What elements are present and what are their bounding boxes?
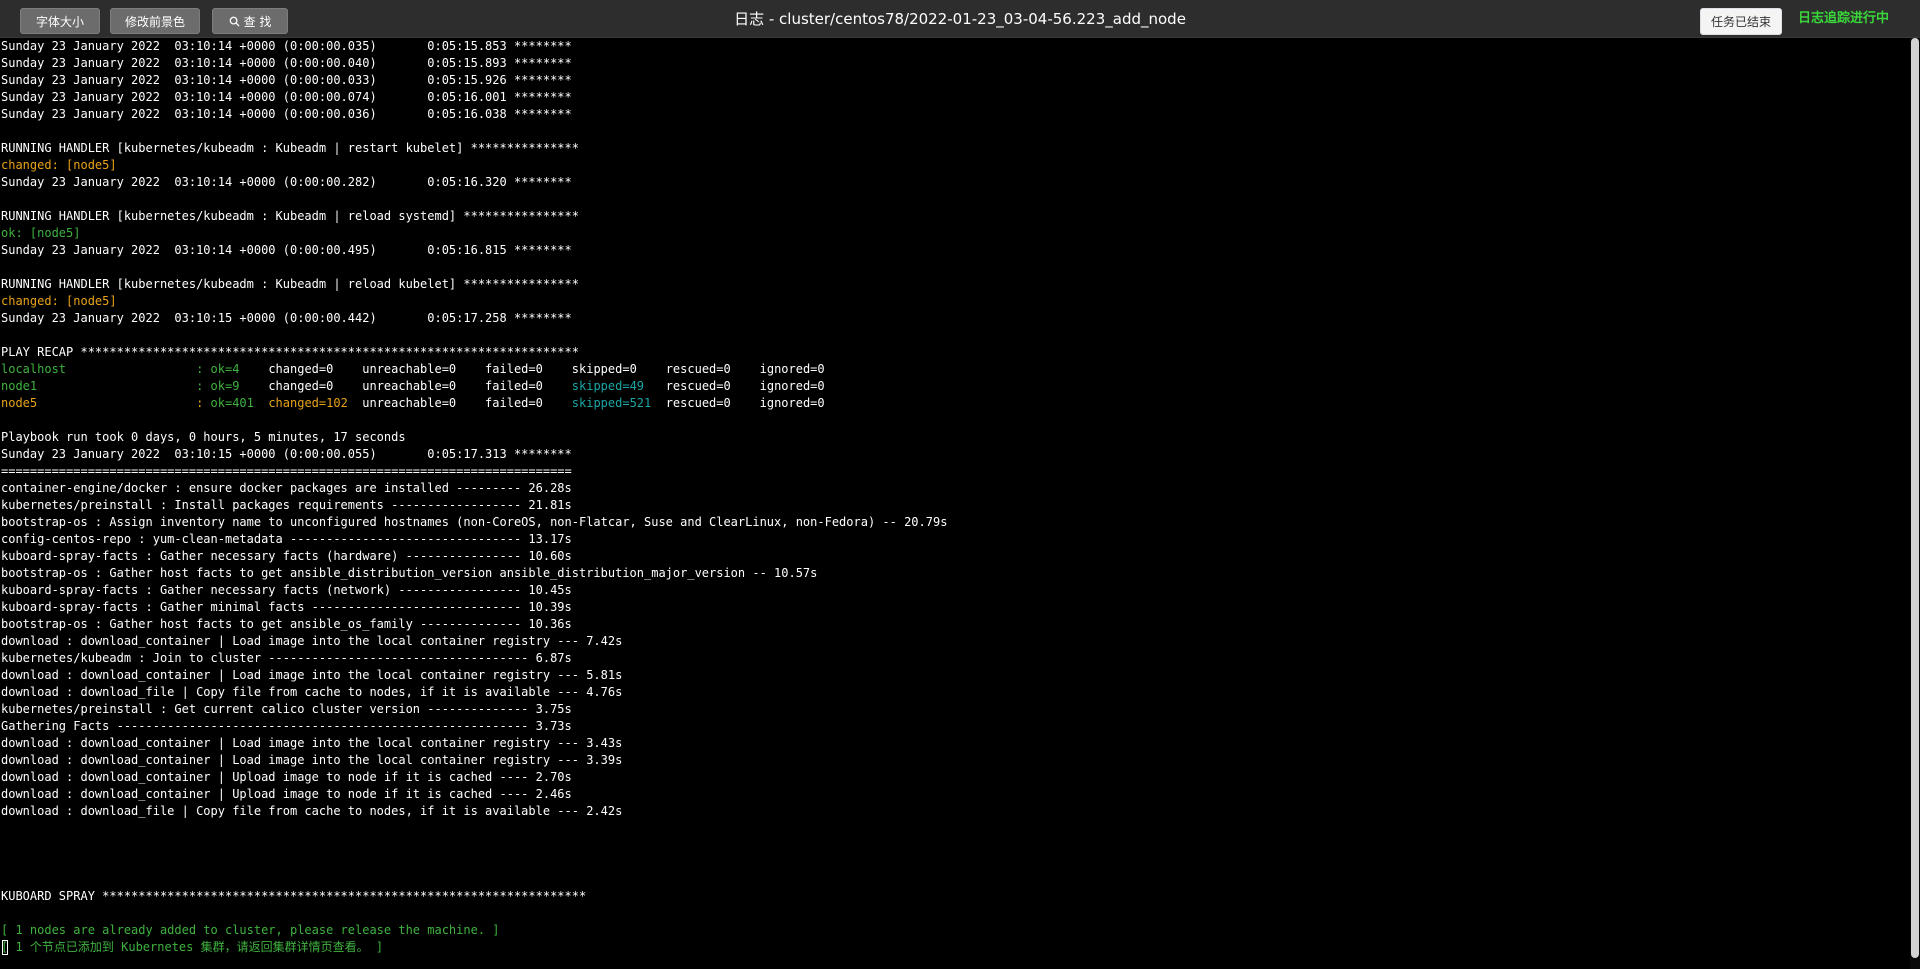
- recap-end: rescued=0 ignored=0: [658, 362, 825, 376]
- recap-ok: ok=4: [210, 362, 262, 376]
- recap-skipped: skipped=521: [571, 396, 659, 410]
- log-terminal[interactable]: Sunday 23 January 2022 03:10:14 +0000 (0…: [0, 38, 1910, 969]
- log-line: config-centos-repo : yum-clean-metadata …: [1, 532, 572, 546]
- search-button-label: 查 找: [243, 14, 272, 29]
- log-line: Sunday 23 January 2022 03:10:14 +0000 (0…: [1, 56, 572, 70]
- recap-middle: unreachable=0 failed=0: [355, 396, 572, 410]
- log-line: kubernetes/preinstall : Get current cali…: [1, 702, 572, 716]
- recap-changed: changed=0: [261, 379, 356, 393]
- log-line: Sunday 23 January 2022 03:10:14 +0000 (0…: [1, 107, 572, 121]
- top-toolbar: 字体大小 修改前景色 查 找 日志 - cluster/centos78/202…: [0, 0, 1920, 38]
- log-line: container-engine/docker : ensure docker …: [1, 481, 572, 495]
- log-line: Sunday 23 January 2022 03:10:14 +0000 (0…: [1, 90, 572, 104]
- scrollbar-thumb[interactable]: [1911, 38, 1919, 958]
- recap-skipped: skipped=49: [571, 379, 659, 393]
- log-line: download : download_file | Copy file fro…: [1, 804, 623, 818]
- log-line: Sunday 23 January 2022 03:10:15 +0000 (0…: [1, 311, 572, 325]
- recap-host: localhost :: [1, 362, 211, 376]
- task-ended-button[interactable]: 任务已结束: [1700, 8, 1782, 35]
- log-line: kuboard-spray-facts : Gather necessary f…: [1, 549, 572, 563]
- log-line: Sunday 23 January 2022 03:10:14 +0000 (0…: [1, 39, 572, 53]
- log-line: Sunday 23 January 2022 03:10:14 +0000 (0…: [1, 243, 572, 257]
- recap-changed: changed=0: [261, 362, 356, 376]
- log-line: ========================================…: [1, 464, 572, 478]
- recap-end: rescued=0 ignored=0: [658, 379, 825, 393]
- change-foreground-color-button[interactable]: 修改前景色: [110, 8, 200, 34]
- log-line-success-zh: [ 1 个节点已添加到 Kubernetes 集群，请返回集群详情页查看。 ]: [1, 940, 384, 954]
- search-icon: [229, 16, 240, 27]
- log-line: download : download_container | Load ima…: [1, 753, 623, 767]
- log-line: bootstrap-os : Gather host facts to get …: [1, 617, 572, 631]
- font-size-button-label: 字体大小: [35, 14, 84, 29]
- log-tracking-status: 日志追踪进行中: [1798, 11, 1890, 26]
- log-line: RUNNING HANDLER [kubernetes/kubeadm : Ku…: [1, 277, 579, 291]
- recap-row-localhost: localhost : ok=4 changed=0 unreachable=0…: [0, 361, 1910, 378]
- log-line: download : download_container | Load ima…: [1, 668, 623, 682]
- log-line: RUNNING HANDLER [kubernetes/kubeadm : Ku…: [1, 209, 579, 223]
- log-line: bootstrap-os : Gather host facts to get …: [1, 566, 818, 580]
- log-line: kuboard-spray-facts : Gather necessary f…: [1, 583, 572, 597]
- log-line-changed: changed: [node5]: [1, 158, 117, 172]
- recap-middle: unreachable=0 failed=0: [355, 379, 572, 393]
- log-line-success-en: [ 1 nodes are already added to cluster, …: [1, 923, 500, 937]
- log-line: Sunday 23 January 2022 03:10:14 +0000 (0…: [1, 73, 572, 87]
- terminal-cursor: [2, 940, 8, 955]
- recap-row-node1: node1 : ok=9 changed=0 unreachable=0 fai…: [0, 378, 1910, 395]
- log-line: kuboard-spray-facts : Gather minimal fac…: [1, 600, 572, 614]
- recap-row-node5: node5 : ok=401 changed=102 unreachable=0…: [0, 395, 1910, 412]
- log-line: PLAY RECAP *****************************…: [1, 345, 579, 359]
- recap-host: node1 :: [1, 379, 211, 393]
- log-line: download : download_container | Load ima…: [1, 736, 623, 750]
- log-line: kubernetes/preinstall : Install packages…: [1, 498, 572, 512]
- recap-middle: unreachable=0 failed=0: [355, 362, 572, 376]
- font-size-button[interactable]: 字体大小: [20, 8, 100, 34]
- recap-skipped: skipped=0: [571, 362, 659, 376]
- log-line: download : download_container | Load ima…: [1, 634, 623, 648]
- log-line: Sunday 23 January 2022 03:10:15 +0000 (0…: [1, 447, 572, 461]
- log-line-changed: changed: [node5]: [1, 294, 117, 308]
- change-color-button-label: 修改前景色: [124, 14, 185, 29]
- recap-end: rescued=0 ignored=0: [658, 396, 825, 410]
- log-line: Playbook run took 0 days, 0 hours, 5 min…: [1, 430, 406, 444]
- recap-host: node5 :: [1, 396, 211, 410]
- recap-changed: changed=102: [261, 396, 356, 410]
- log-line-ok: ok: [node5]: [1, 226, 81, 240]
- log-line: Gathering Facts ------------------------…: [1, 719, 572, 733]
- log-line: KUBOARD SPRAY **************************…: [1, 889, 587, 903]
- log-line: kubernetes/kubeadm : Join to cluster ---…: [1, 651, 572, 665]
- log-line: Sunday 23 January 2022 03:10:14 +0000 (0…: [1, 175, 572, 189]
- log-line: download : download_file | Copy file fro…: [1, 685, 623, 699]
- search-button[interactable]: 查 找: [212, 8, 288, 34]
- recap-ok: ok=401: [210, 396, 262, 410]
- recap-ok: ok=9: [210, 379, 262, 393]
- log-line: download : download_container | Upload i…: [1, 787, 572, 801]
- log-line: download : download_container | Upload i…: [1, 770, 572, 784]
- log-title: 日志 - cluster/centos78/2022-01-23_03-04-5…: [734, 10, 1186, 28]
- log-line: bootstrap-os : Assign inventory name to …: [1, 515, 948, 529]
- log-line: RUNNING HANDLER [kubernetes/kubeadm : Ku…: [1, 141, 579, 155]
